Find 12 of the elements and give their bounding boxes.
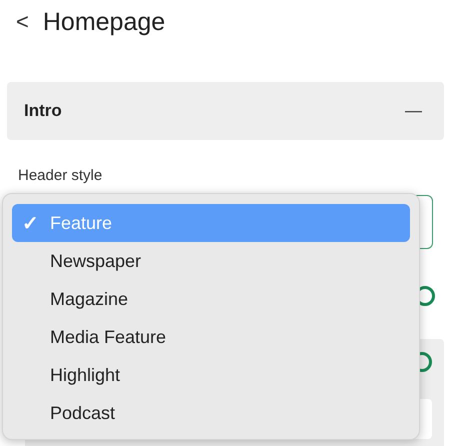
section-header[interactable]: Intro — [7,82,444,140]
dropdown-option[interactable]: Highlight [12,356,410,394]
check-icon: ✓ [22,210,39,236]
dropdown-option[interactable]: Magazine [12,280,410,318]
field-label: Header style [18,167,102,184]
collapse-icon[interactable]: — [405,101,422,121]
dropdown-option[interactable]: Media Feature [12,318,410,356]
page-title: Homepage [42,8,166,36]
section-title: Intro [24,101,62,121]
dropdown-option[interactable]: Podcast [12,394,410,432]
dropdown-option[interactable]: Newspaper [12,242,410,280]
back-button[interactable]: < [16,9,29,35]
